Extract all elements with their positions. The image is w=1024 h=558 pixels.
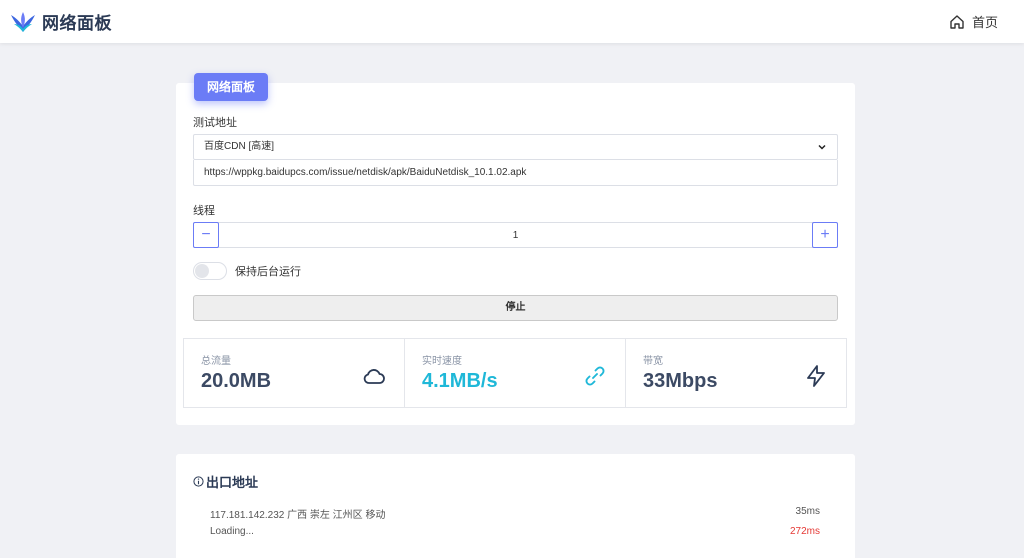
- source-select[interactable]: 百度CDN [高速]: [193, 134, 838, 160]
- panel-badge: 网络面板: [194, 73, 269, 101]
- stop-button[interactable]: 停止: [193, 295, 838, 321]
- stat-label: 实时速度: [422, 356, 462, 367]
- network-panel-card: 网络面板 测试地址 百度CDN [高速] https://wppkg.baidu…: [176, 73, 855, 425]
- stat-value: 33Mbps: [643, 370, 718, 392]
- exit-address-title: 出口地址: [193, 472, 258, 491]
- source-select-value: 百度CDN [高速]: [204, 141, 274, 152]
- exit-address-heading: 出口地址: [206, 475, 259, 490]
- top-navbar: 网络面板 首页: [0, 0, 1024, 43]
- threads-label: 线程: [193, 205, 215, 217]
- threads-stepper: − 1 +: [193, 222, 838, 248]
- logo-icon: [11, 11, 35, 32]
- nav-home-link[interactable]: 首页: [949, 12, 998, 31]
- brand[interactable]: 网络面板: [10, 9, 112, 34]
- stat-label: 带宽: [643, 356, 663, 367]
- exit-address-card: 出口地址 117.181.142.232 广西 崇左 江州区 移动 35ms L…: [176, 454, 855, 558]
- threads-value[interactable]: 1: [218, 230, 813, 241]
- background-toggle[interactable]: [193, 262, 227, 280]
- stats-row: 总流量 20.0MB 实时速度 4.1MB/s 带宽 33Mbps: [183, 338, 847, 408]
- home-label: 首页: [971, 15, 998, 30]
- cloud-icon: [363, 369, 385, 384]
- increment-button[interactable]: +: [812, 222, 838, 248]
- background-toggle-row: 保持后台运行: [193, 262, 301, 280]
- url-input[interactable]: https://wppkg.baidupcs.com/issue/netdisk…: [193, 160, 838, 186]
- home-icon: [950, 14, 964, 29]
- background-toggle-label: 保持后台运行: [235, 266, 301, 278]
- app-title: 网络面板: [42, 14, 112, 33]
- link-icon: [585, 366, 605, 386]
- stat-total-traffic: 总流量 20.0MB: [184, 339, 405, 407]
- test-address-label: 测试地址: [193, 117, 237, 129]
- exit-address: 117.181.142.232 广西 崇左 江州区 移动: [210, 510, 386, 521]
- stat-bandwidth: 带宽 33Mbps: [626, 339, 846, 407]
- chevron-down-icon: [818, 144, 826, 150]
- exit-address: Loading...: [210, 526, 254, 537]
- lightning-icon: [807, 365, 825, 387]
- info-icon: [193, 476, 204, 487]
- exit-latency: 35ms: [795, 506, 820, 517]
- exit-row: Loading... 272ms: [210, 526, 820, 537]
- toggle-knob: [195, 264, 209, 278]
- stat-value: 20.0MB: [201, 370, 272, 392]
- stat-realtime-speed: 实时速度 4.1MB/s: [405, 339, 626, 407]
- exit-latency: 272ms: [789, 526, 820, 537]
- stat-label: 总流量: [201, 356, 231, 367]
- stat-value: 4.1MB/s: [422, 370, 498, 392]
- exit-row: 117.181.142.232 广西 崇左 江州区 移动 35ms: [210, 506, 820, 521]
- decrement-button[interactable]: −: [193, 222, 219, 248]
